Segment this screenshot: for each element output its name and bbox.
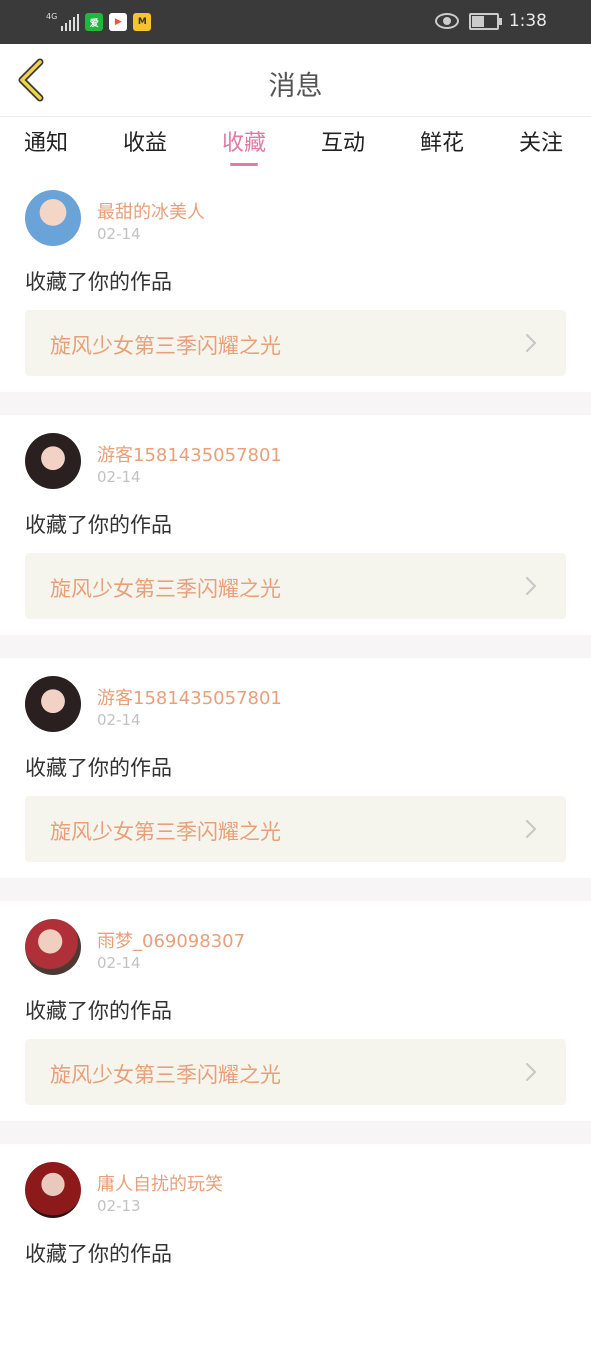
work-link[interactable]: 旋风少女第三季闪耀之光: [25, 1039, 566, 1105]
action-text: 收藏了你的作品: [25, 999, 172, 1023]
status-bar: 4G 爱 ▶ M 1:38: [0, 0, 591, 44]
message-date: 02-13: [97, 1197, 141, 1215]
work-title: 旋风少女第三季闪耀之光: [50, 334, 281, 358]
message-date: 02-14: [97, 711, 141, 729]
tab-earnings[interactable]: 收益: [123, 125, 167, 157]
iqiyi-app-icon: 爱: [85, 13, 104, 31]
avatar[interactable]: [25, 919, 81, 975]
tab-bar: 通知 收益 收藏 互动 鲜花 关注: [0, 117, 591, 172]
chevron-right-icon: [525, 819, 537, 839]
avatar[interactable]: [25, 190, 81, 246]
work-link[interactable]: 旋风少女第三季闪耀之光: [25, 796, 566, 862]
message-date: 02-14: [97, 225, 141, 243]
work-link[interactable]: 旋风少女第三季闪耀之光: [25, 310, 566, 376]
action-text: 收藏了你的作品: [25, 1242, 172, 1266]
status-right: 1:38: [434, 11, 547, 31]
divider: [0, 878, 591, 901]
avatar[interactable]: [25, 1162, 81, 1218]
work-title: 旋风少女第三季闪耀之光: [50, 577, 281, 601]
username[interactable]: 游客1581435057801: [97, 441, 282, 467]
message-date: 02-14: [97, 468, 141, 486]
work-title: 旋风少女第三季闪耀之光: [50, 1063, 281, 1087]
message-item: 游客1581435057801 02-14 收藏了你的作品 旋风少女第三季闪耀之…: [0, 658, 591, 878]
chevron-right-icon: [525, 333, 537, 353]
signal-icon: 4G: [46, 12, 80, 31]
status-left: 4G 爱 ▶ M: [46, 12, 152, 32]
message-item: 游客1581435057801 02-14 收藏了你的作品 旋风少女第三季闪耀之…: [0, 415, 591, 635]
chevron-right-icon: [525, 576, 537, 596]
action-text: 收藏了你的作品: [25, 756, 172, 780]
m-app-icon: M: [133, 13, 152, 31]
username[interactable]: 最甜的冰美人: [97, 198, 205, 224]
message-date: 02-14: [97, 954, 141, 972]
tab-interactions[interactable]: 互动: [321, 125, 365, 157]
avatar[interactable]: [25, 433, 81, 489]
username[interactable]: 游客1581435057801: [97, 684, 282, 710]
tab-flowers[interactable]: 鲜花: [420, 125, 464, 157]
tab-notifications[interactable]: 通知: [24, 125, 68, 157]
tab-favorites[interactable]: 收藏: [222, 125, 266, 166]
status-time: 1:38: [508, 11, 547, 31]
page-title: 消息: [268, 71, 323, 102]
tab-follows[interactable]: 关注: [519, 125, 563, 157]
work-title: 旋风少女第三季闪耀之光: [50, 820, 281, 844]
action-text: 收藏了你的作品: [25, 513, 172, 537]
app-header: 消息: [0, 44, 591, 117]
network-type: 4G: [46, 12, 58, 21]
message-item: 雨梦_069098307 02-14 收藏了你的作品 旋风少女第三季闪耀之光: [0, 901, 591, 1121]
divider: [0, 1121, 591, 1144]
work-link[interactable]: 旋风少女第三季闪耀之光: [25, 553, 566, 619]
action-text: 收藏了你的作品: [25, 270, 172, 294]
message-list: 最甜的冰美人 02-14 收藏了你的作品 旋风少女第三季闪耀之光 游客15814…: [0, 172, 591, 1364]
message-item: 庸人自扰的玩笑 02-13 收藏了你的作品: [0, 1144, 591, 1364]
divider: [0, 635, 591, 658]
username[interactable]: 雨梦_069098307: [97, 927, 245, 953]
divider: [0, 392, 591, 415]
active-tab-indicator: [230, 163, 259, 166]
message-item: 最甜的冰美人 02-14 收藏了你的作品 旋风少女第三季闪耀之光: [0, 172, 591, 392]
battery-icon: [468, 12, 502, 30]
avatar[interactable]: [25, 676, 81, 732]
username[interactable]: 庸人自扰的玩笑: [97, 1170, 223, 1196]
eye-icon: [434, 13, 459, 29]
chevron-right-icon: [525, 1062, 537, 1082]
video-app-icon: ▶: [109, 13, 128, 31]
